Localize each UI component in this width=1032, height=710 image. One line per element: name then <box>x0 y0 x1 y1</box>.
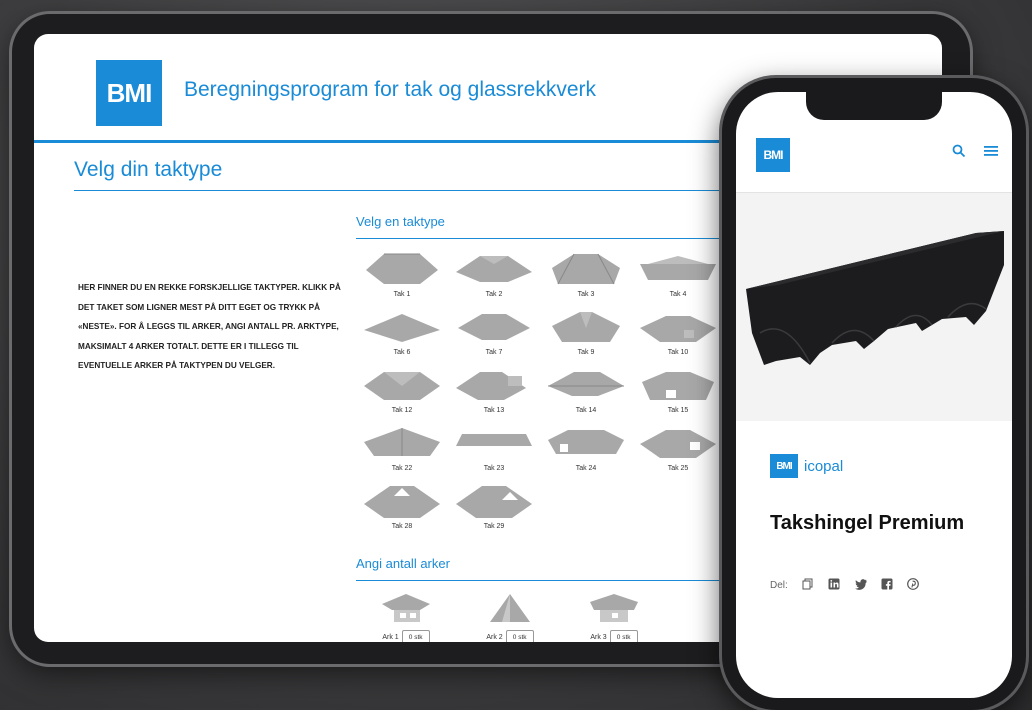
phone-device: BMI BMI icopal Takshingel Premium Del: <box>722 78 1026 710</box>
roof-illustration <box>456 434 532 446</box>
roof-type-label: Tak 25 <box>667 465 689 472</box>
product-title: Takshingel Premium <box>770 512 965 534</box>
phone-screen: BMI BMI icopal Takshingel Premium Del: <box>736 92 1012 698</box>
roof-type-label: Tak 24 <box>575 465 597 472</box>
roof-illustration <box>456 486 532 518</box>
roof-type-option[interactable]: Tak 28 <box>356 482 448 536</box>
roof-illustration <box>364 428 440 456</box>
ark-label: Ark 1 <box>382 633 399 641</box>
search-icon[interactable] <box>952 144 966 161</box>
ark-quantity-input[interactable]: 0 stk <box>505 630 534 642</box>
roof-illustration <box>552 253 620 285</box>
roof-type-option[interactable]: Tak 2 <box>448 250 540 304</box>
product-image <box>736 193 1012 421</box>
bmi-logo[interactable]: BMI <box>96 60 162 126</box>
roof-type-option[interactable]: Tak 15 <box>632 366 724 420</box>
ark-illustration <box>490 594 530 622</box>
roof-type-label: Tak 7 <box>485 349 503 356</box>
roof-illustration <box>640 316 716 342</box>
ark-quantity-input[interactable]: 0 stk <box>609 630 638 642</box>
roof-type-label: Tak 28 <box>391 523 413 530</box>
roof-type-option[interactable]: Tak 7 <box>448 308 540 362</box>
roof-type-label: Tak 14 <box>575 407 597 414</box>
roof-type-option[interactable]: Tak 24 <box>540 424 632 478</box>
roof-type-label: Tak 29 <box>483 523 505 530</box>
ark-illustration <box>382 594 430 622</box>
roof-type-label: Tak 12 <box>391 407 413 414</box>
roof-type-label: Tak 2 <box>485 291 503 298</box>
roof-type-option[interactable]: Tak 1 <box>356 250 448 304</box>
roof-type-option[interactable]: Tak 23 <box>448 424 540 478</box>
brand-row: BMI icopal <box>770 454 843 478</box>
roof-illustration <box>456 372 526 400</box>
roof-type-option[interactable]: Tak 22 <box>356 424 448 478</box>
roof-type-option[interactable]: Tak 13 <box>448 366 540 420</box>
linkedin-icon[interactable] <box>828 578 840 593</box>
roof-type-option[interactable]: Tak 3 <box>540 250 632 304</box>
hamburger-menu-icon[interactable] <box>984 144 998 160</box>
roof-type-option[interactable]: Tak 12 <box>356 366 448 420</box>
share-row: Del: <box>770 578 919 593</box>
roof-type-option[interactable]: Tak 14 <box>540 366 632 420</box>
ark-option: Ark 20 stk <box>468 590 552 642</box>
roof-illustration <box>364 486 440 518</box>
ark-option: Ark 10 stk <box>364 590 448 642</box>
roof-type-label: Tak 23 <box>483 465 505 472</box>
roof-illustration <box>548 430 624 454</box>
share-label: Del: <box>770 580 788 591</box>
ark-row: Ark 10 stk Ark 20 stk Ark 30 stk <box>364 590 656 642</box>
roof-illustration <box>640 256 716 280</box>
bmi-brand-logo: BMI <box>770 454 798 478</box>
roof-section-label: Velg en taktype <box>356 214 445 229</box>
app-title: Beregningsprogram for tak og glassrekkve… <box>184 78 597 101</box>
intro-text: HER FINNER DU EN REKKE FORSKJELLIGE TAKT… <box>78 283 341 370</box>
roof-type-option[interactable]: Tak 6 <box>356 308 448 362</box>
page-title: Velg din taktype <box>74 158 223 181</box>
pinterest-icon[interactable] <box>906 578 919 593</box>
facebook-icon[interactable] <box>881 578 893 593</box>
ark-illustration <box>590 594 638 622</box>
roof-type-option[interactable]: Tak 4 <box>632 250 724 304</box>
roof-type-label: Tak 10 <box>667 349 689 356</box>
roof-type-label: Tak 13 <box>483 407 505 414</box>
roof-type-label: Tak 4 <box>669 291 687 298</box>
roof-type-option[interactable]: Tak 29 <box>448 482 540 536</box>
roof-type-label: Tak 22 <box>391 465 413 472</box>
roof-type-option[interactable]: Tak 9 <box>540 308 632 362</box>
roof-illustration <box>366 253 438 284</box>
roof-illustration <box>458 314 530 340</box>
bmi-logo[interactable]: BMI <box>756 138 790 172</box>
roof-illustration <box>642 372 714 400</box>
phone-notch <box>806 92 942 120</box>
roof-type-grid: Tak 1 Tak 2 Tak 3 Tak 4 Tak 6 Tak 7 Tak 9 Tak 1… <box>356 250 736 536</box>
roof-illustration <box>456 256 532 282</box>
twitter-icon[interactable] <box>854 578 867 593</box>
ark-section-label: Angi antall arker <box>356 556 450 571</box>
roof-illustration <box>364 314 440 342</box>
roof-type-label: Tak 3 <box>577 291 595 298</box>
roof-type-label: Tak 15 <box>667 407 689 414</box>
roof-illustration <box>640 430 716 458</box>
roof-illustration <box>548 372 624 396</box>
ark-option: Ark 30 stk <box>572 590 656 642</box>
roof-type-label: Tak 1 <box>393 291 411 298</box>
roof-illustration <box>552 312 620 342</box>
ark-label: Ark 2 <box>486 633 503 641</box>
roof-type-option[interactable]: Tak 25 <box>632 424 724 478</box>
roof-illustration <box>364 372 440 400</box>
roof-type-label: Tak 6 <box>393 349 411 356</box>
roof-type-option[interactable]: Tak 10 <box>632 308 724 362</box>
roof-type-label: Tak 9 <box>577 349 595 356</box>
ark-quantity-input[interactable]: 0 stk <box>401 630 430 642</box>
copy-icon[interactable] <box>802 578 814 593</box>
brand-name: icopal <box>804 457 844 475</box>
ark-label: Ark 3 <box>590 633 607 641</box>
